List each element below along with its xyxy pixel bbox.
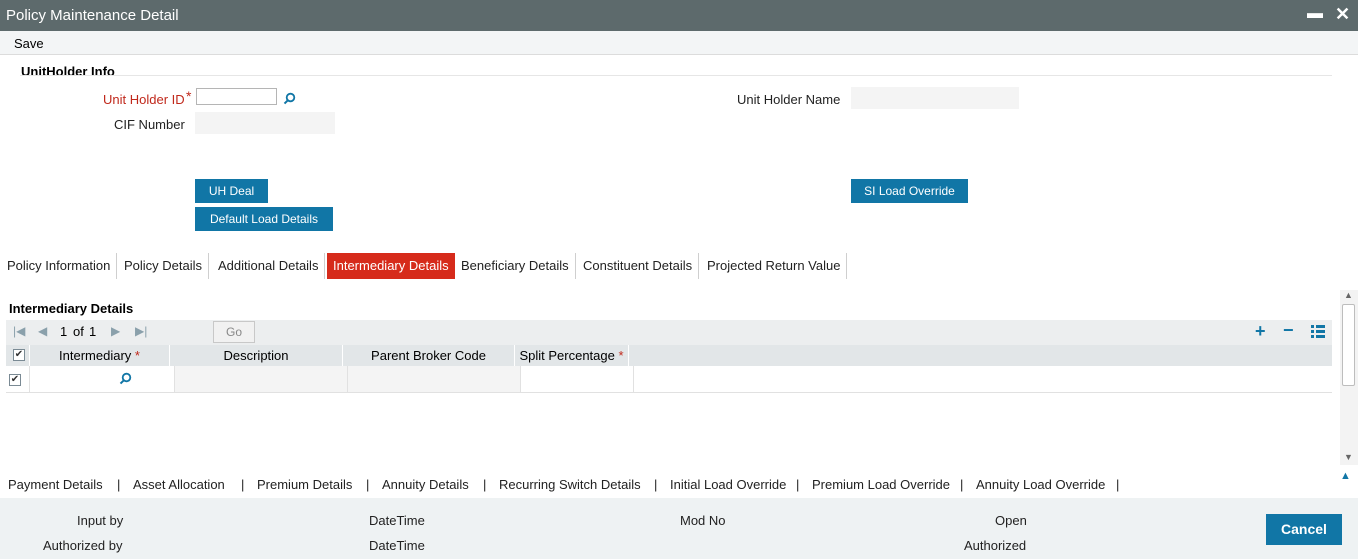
column-label: Split Percentage — [519, 348, 615, 363]
delete-row-icon[interactable]: − — [1283, 320, 1294, 341]
link-annuity-details[interactable]: Annuity Details — [382, 477, 469, 492]
description-cell — [175, 366, 348, 392]
column-label: Parent Broker Code — [371, 348, 486, 363]
cif-number-label: CIF Number — [114, 117, 185, 132]
row-select-cell: ✔ — [6, 366, 30, 392]
parent-broker-code-cell — [348, 366, 521, 392]
authorized-by-label: Authorized by — [43, 538, 123, 553]
column-header-intermediary[interactable]: Intermediary * — [30, 345, 170, 366]
select-all-checkbox[interactable]: ✔ — [13, 349, 25, 361]
open-status: Open — [995, 513, 1027, 528]
unit-holder-id-label: Unit Holder ID — [103, 92, 185, 107]
minimize-icon[interactable]: ▬ — [1307, 5, 1323, 23]
page-total: 1 — [89, 324, 97, 339]
mod-no-label: Mod No — [680, 513, 726, 528]
cif-number-field — [195, 112, 335, 134]
save-menu-item[interactable]: Save — [14, 36, 44, 51]
column-label: Description — [223, 348, 289, 363]
grid-toolbar: |◀ ◀ 1 of 1 ▶ ▶| Go + − — [6, 320, 1332, 345]
cancel-button[interactable]: Cancel — [1266, 514, 1342, 545]
link-separator: | — [960, 477, 964, 492]
link-separator: | — [366, 477, 370, 492]
page-of-label: of — [73, 324, 84, 339]
close-icon[interactable]: ✕ — [1335, 4, 1350, 25]
search-icon[interactable] — [283, 92, 296, 105]
audit-footer: Input by Authorized by DateTime DateTime… — [0, 498, 1358, 559]
si-load-override-button[interactable]: SI Load Override — [851, 179, 968, 203]
link-separator: | — [1116, 477, 1120, 492]
grid-header: ✔ Intermediary * Description Parent Brok… — [6, 345, 1332, 366]
link-asset-allocation[interactable]: Asset Allocation — [133, 477, 225, 492]
unit-holder-name-label: Unit Holder Name — [737, 92, 841, 107]
previous-page-icon[interactable]: ◀ — [38, 324, 47, 338]
intermediary-cell[interactable] — [30, 366, 175, 392]
column-header-parent-broker-code[interactable]: Parent Broker Code — [343, 345, 515, 366]
tab-additional-details[interactable]: Additional Details — [212, 253, 326, 279]
required-mark: * — [618, 348, 624, 363]
tab-beneficiary-details[interactable]: Beneficiary Details — [455, 253, 576, 279]
unit-holder-name-field — [851, 87, 1019, 109]
column-header-description[interactable]: Description — [170, 345, 343, 366]
link-payment-details[interactable]: Payment Details — [8, 477, 103, 492]
required-mark: * — [186, 88, 192, 104]
authorized-status: Authorized — [964, 538, 1027, 553]
menu-bar: Save — [0, 31, 1358, 55]
tab-intermediary-details[interactable]: Intermediary Details — [327, 253, 455, 279]
window-titlebar: Policy Maintenance Detail ▬ ✕ — [0, 0, 1358, 31]
column-label: Intermediary — [59, 348, 132, 363]
section-divider — [20, 75, 1332, 76]
unitholder-section-title: UnitHolder Info — [21, 64, 115, 79]
default-load-details-button[interactable]: Default Load Details — [195, 207, 333, 231]
link-separator: | — [796, 477, 800, 492]
link-initial-load-override[interactable]: Initial Load Override — [670, 477, 786, 492]
page-current: 1 — [60, 324, 68, 339]
subsystem-links: Payment Details | Asset Allocation | Pre… — [0, 470, 1358, 498]
add-row-icon[interactable]: + — [1255, 321, 1266, 342]
scroll-down-icon[interactable]: ▼ — [1344, 452, 1353, 462]
window-title: Policy Maintenance Detail — [6, 7, 179, 24]
link-premium-load-override[interactable]: Premium Load Override — [812, 477, 950, 492]
vertical-scrollbar[interactable]: ▲ ▼ — [1340, 290, 1358, 465]
table-row: ✔ — [6, 366, 1332, 393]
datetime-label: DateTime — [369, 538, 425, 553]
chevron-up-icon[interactable]: ▲ — [1340, 470, 1351, 482]
link-separator: | — [241, 477, 245, 492]
link-recurring-switch-details[interactable]: Recurring Switch Details — [499, 477, 641, 492]
column-header-split-percentage[interactable]: Split Percentage * — [515, 345, 629, 366]
link-separator: | — [654, 477, 658, 492]
list-view-icon[interactable] — [1311, 325, 1325, 338]
go-button[interactable]: Go — [213, 321, 255, 343]
first-page-icon[interactable]: |◀ — [13, 324, 25, 338]
search-icon[interactable] — [119, 372, 132, 385]
scrollbar-thumb[interactable] — [1342, 304, 1355, 386]
split-percentage-cell[interactable] — [521, 366, 634, 392]
required-mark: * — [134, 348, 140, 363]
tab-policy-details[interactable]: Policy Details — [118, 253, 210, 279]
tab-projected-return-value[interactable]: Projected Return Value — [701, 253, 848, 279]
unit-holder-id-input[interactable] — [196, 88, 277, 105]
tab-constituent-details[interactable]: Constituent Details — [577, 253, 700, 279]
link-annuity-load-override[interactable]: Annuity Load Override — [976, 477, 1105, 492]
tab-policy-information[interactable]: Policy Information — [1, 253, 118, 279]
scroll-up-icon[interactable]: ▲ — [1344, 290, 1353, 300]
link-separator: | — [483, 477, 487, 492]
intermediary-details-title: Intermediary Details — [9, 301, 134, 316]
next-page-icon[interactable]: ▶ — [111, 324, 120, 338]
link-premium-details[interactable]: Premium Details — [257, 477, 352, 492]
header-select-cell: ✔ — [6, 345, 30, 366]
last-page-icon[interactable]: ▶| — [135, 324, 147, 338]
input-by-label: Input by — [77, 513, 124, 528]
uh-deal-button[interactable]: UH Deal — [195, 179, 268, 203]
row-checkbox[interactable]: ✔ — [9, 374, 21, 386]
datetime-label: DateTime — [369, 513, 425, 528]
link-separator: | — [117, 477, 121, 492]
